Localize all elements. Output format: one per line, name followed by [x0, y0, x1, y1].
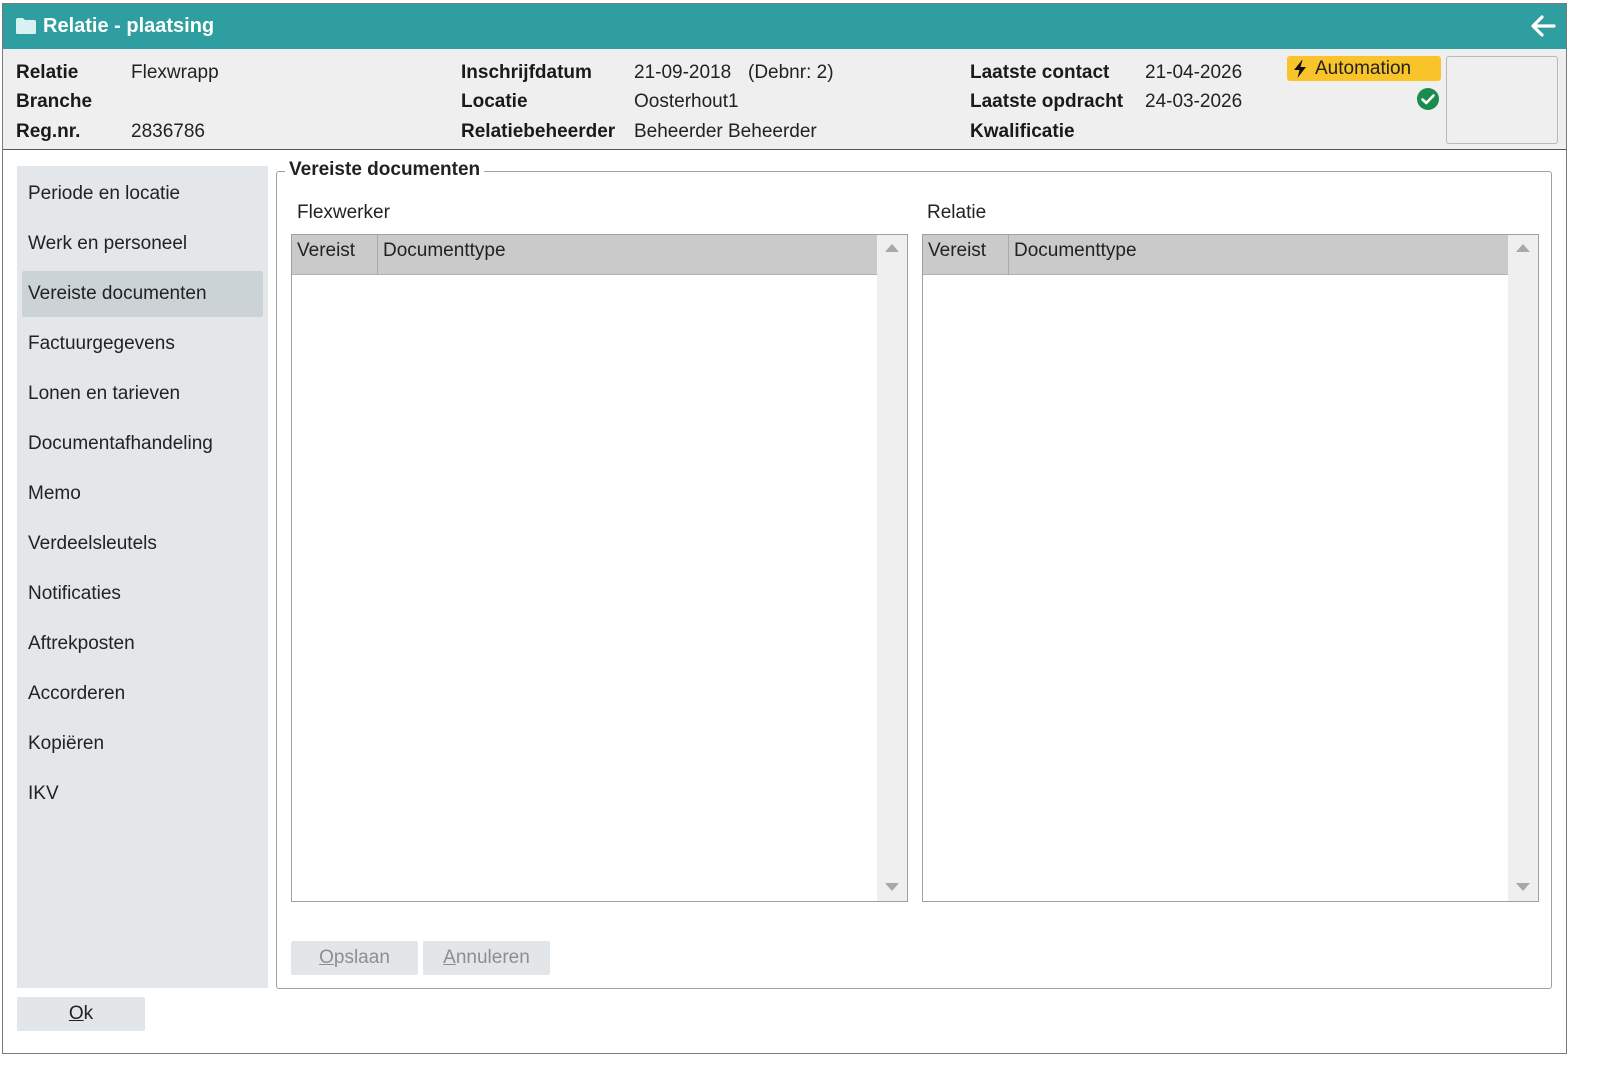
sidebar-item-factuurgegevens[interactable]: Factuurgegevens: [22, 321, 263, 367]
scroll-down-icon[interactable]: [1516, 883, 1530, 891]
laatste-contact-value: 21-04-2026: [1145, 62, 1243, 83]
relatie-value: Flexwrapp: [131, 62, 219, 83]
sidebar-item-periode-en-locatie[interactable]: Periode en locatie: [22, 171, 263, 217]
laatste-opdracht-label: Laatste opdracht: [970, 91, 1124, 112]
regnr-label: Reg.nr.: [16, 121, 81, 142]
sidebar-item-verdeelsleutels[interactable]: Verdeelsleutels: [22, 521, 263, 567]
ok-mnemonic: O: [68, 1003, 84, 1024]
relatie-label: Relatie: [16, 62, 79, 83]
vereiste-documenten-group: Vereiste documenten Flexwerker Vereist D…: [276, 159, 1552, 989]
scroll-down-icon[interactable]: [885, 883, 899, 891]
automation-label: Automation: [1315, 58, 1412, 79]
relation-header: Relatie Flexwrapp Branche Reg.nr. 283678…: [3, 49, 1566, 150]
inschrijfdatum-value: 21-09-2018: [634, 62, 732, 83]
debnr-value: (Debnr: 2): [748, 62, 834, 83]
relatie-grid-label: Relatie: [927, 202, 987, 223]
back-arrow-icon[interactable]: [1528, 12, 1558, 40]
sidebar-item-documentafhandeling[interactable]: Documentafhandeling: [22, 421, 263, 467]
scroll-up-icon[interactable]: [1516, 244, 1530, 252]
opslaan-label: pslaan: [333, 947, 390, 968]
sidebar-item-lonen-en-tarieven[interactable]: Lonen en tarieven: [22, 371, 263, 417]
photo-placeholder[interactable]: [1446, 56, 1558, 144]
sidebar-item-aftrekposten[interactable]: Aftrekposten: [22, 621, 263, 667]
laatste-contact-label: Laatste contact: [970, 62, 1110, 83]
grid-header: Vereist Documenttype: [292, 235, 877, 275]
annuleren-mnemonic: A: [443, 947, 456, 968]
sidebar-item-vereiste-documenten[interactable]: Vereiste documenten: [22, 271, 263, 317]
vertical-scrollbar[interactable]: [1508, 235, 1538, 901]
regnr-value: 2836786: [131, 121, 205, 142]
column-header-vereist[interactable]: Vereist: [292, 235, 378, 275]
opslaan-button[interactable]: Opslaan: [291, 941, 418, 975]
ok-button[interactable]: Ok: [17, 997, 145, 1031]
check-circle-icon: [1417, 88, 1439, 110]
ok-label: k: [83, 1003, 94, 1024]
sidebar-item-notificaties[interactable]: Notificaties: [22, 571, 263, 617]
inschrijfdatum-label: Inschrijfdatum: [461, 62, 592, 83]
locatie-value: Oosterhout1: [634, 91, 739, 112]
annuleren-label: nnuleren: [455, 947, 530, 968]
flexwerker-documents-grid[interactable]: Vereist Documenttype: [291, 234, 908, 902]
lightning-bolt-icon: [1294, 60, 1306, 78]
kwalificatie-label: Kwalificatie: [970, 121, 1075, 142]
branche-label: Branche: [16, 91, 93, 112]
sidebar-nav: Periode en locatie Werk en personeel Ver…: [17, 166, 268, 988]
sidebar-item-werk-en-personeel[interactable]: Werk en personeel: [22, 221, 263, 267]
window-title: Relatie - plaatsing: [43, 15, 215, 37]
column-header-documenttype[interactable]: Documenttype: [1009, 235, 1508, 275]
placement-window: Relatie - plaatsing Relatie Flexwrapp Br…: [2, 3, 1567, 1054]
vertical-scrollbar[interactable]: [877, 235, 907, 901]
relatiebeheerder-label: Relatiebeheerder: [461, 121, 616, 142]
annuleren-button[interactable]: Annuleren: [423, 941, 550, 975]
scroll-up-icon[interactable]: [885, 244, 899, 252]
sidebar-item-ikv[interactable]: IKV: [22, 771, 263, 817]
automation-badge[interactable]: Automation: [1287, 56, 1441, 81]
sidebar-item-memo[interactable]: Memo: [22, 471, 263, 517]
laatste-opdracht-value: 24-03-2026: [1145, 91, 1243, 112]
column-header-vereist[interactable]: Vereist: [923, 235, 1009, 275]
locatie-label: Locatie: [461, 91, 528, 112]
group-title: Vereiste documenten: [285, 159, 485, 181]
column-header-documenttype[interactable]: Documenttype: [378, 235, 877, 275]
relatiebeheerder-value: Beheerder Beheerder: [634, 121, 817, 142]
opslaan-mnemonic: O: [319, 947, 334, 968]
relatie-documents-grid[interactable]: Vereist Documenttype: [922, 234, 1539, 902]
title-bar: Relatie - plaatsing: [3, 4, 1566, 49]
grid-header: Vereist Documenttype: [923, 235, 1508, 275]
sidebar-item-kopieren[interactable]: Kopiëren: [22, 721, 263, 767]
sidebar-item-accorderen[interactable]: Accorderen: [22, 671, 263, 717]
folder-icon: [16, 18, 36, 34]
flexwerker-label: Flexwerker: [297, 202, 390, 223]
